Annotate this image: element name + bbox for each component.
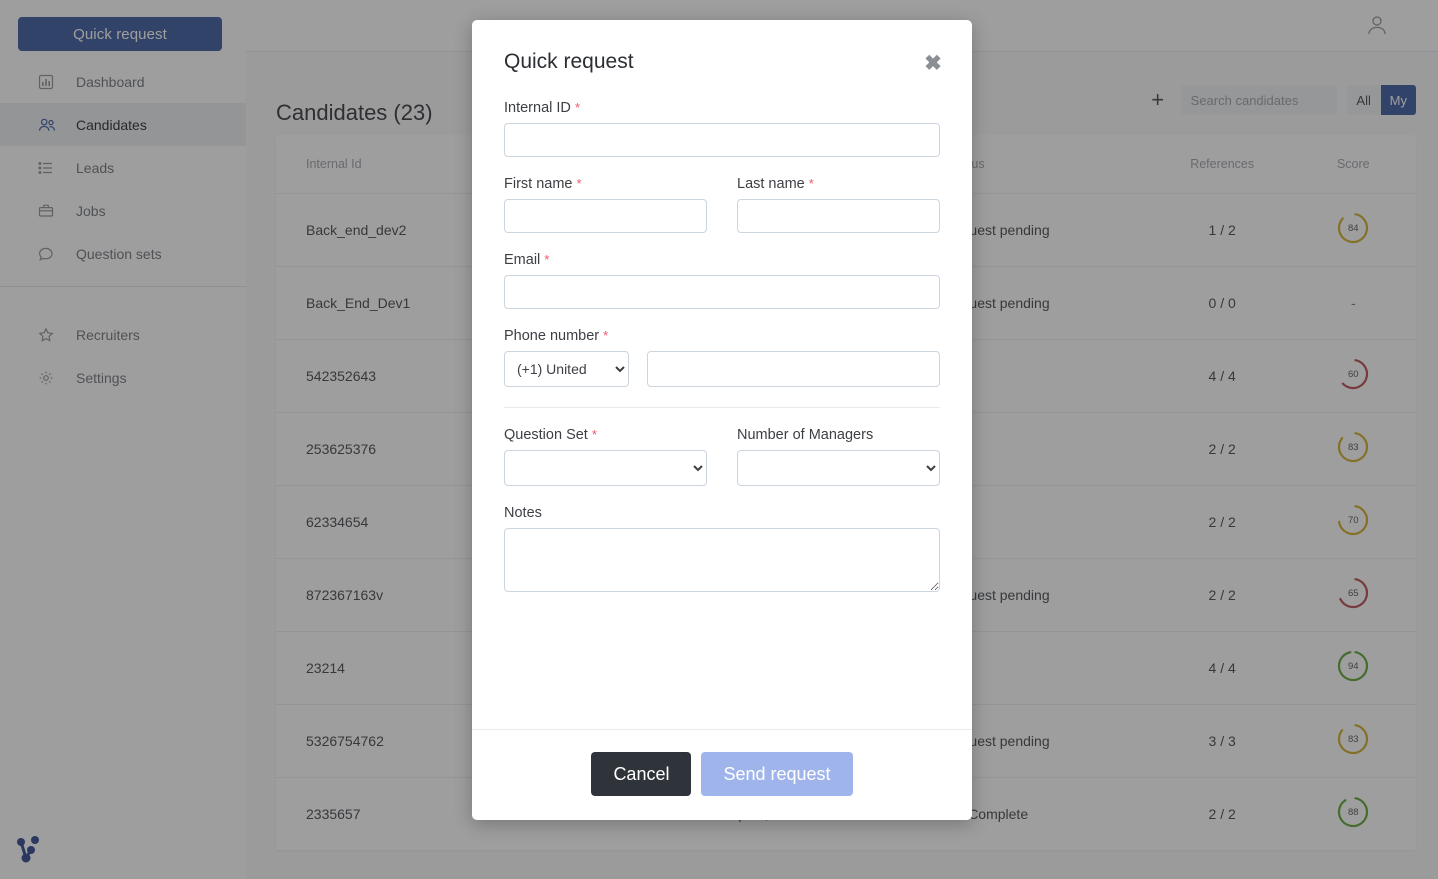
cancel-button[interactable]: Cancel xyxy=(591,752,692,796)
last-name-input[interactable] xyxy=(737,199,940,233)
required-marker: * xyxy=(544,252,550,267)
required-marker: * xyxy=(574,100,580,115)
modal-footer: Cancel Send request xyxy=(472,729,972,820)
field-label: Phone number * xyxy=(504,328,940,344)
label-text: First name xyxy=(504,176,573,192)
internal-id-input[interactable] xyxy=(504,123,940,157)
required-marker: * xyxy=(591,427,597,442)
field-label: Internal ID * xyxy=(504,100,940,116)
app-root: Quick request Dashboard Candidates Leads xyxy=(0,0,1438,879)
field-internal-id: Internal ID * xyxy=(504,100,940,157)
question-set-select[interactable] xyxy=(504,450,707,486)
label-text: Email xyxy=(504,252,541,268)
field-first-name: First name * xyxy=(504,176,707,233)
modal-title: Quick request xyxy=(504,50,634,73)
question-row: Question Set * Number of Managers xyxy=(504,427,940,505)
phone-row: (+1) United xyxy=(504,351,940,387)
first-name-input[interactable] xyxy=(504,199,707,233)
field-label: Notes xyxy=(504,505,940,521)
field-label: Number of Managers xyxy=(737,427,940,443)
send-request-button[interactable]: Send request xyxy=(701,752,853,796)
field-last-name: Last name * xyxy=(737,176,940,233)
form-divider xyxy=(504,407,940,408)
label-text: Last name xyxy=(737,176,805,192)
close-icon[interactable]: ✖ xyxy=(920,50,946,76)
field-label: Last name * xyxy=(737,176,940,192)
email-input[interactable] xyxy=(504,275,940,309)
field-label: Question Set * xyxy=(504,427,707,443)
number-of-managers-select[interactable] xyxy=(737,450,940,486)
notes-textarea[interactable] xyxy=(504,528,940,592)
label-text: Phone number xyxy=(504,328,600,344)
field-label: Email * xyxy=(504,252,940,268)
label-text: Number of Managers xyxy=(737,427,874,443)
name-row: First name * Last name * xyxy=(504,176,940,252)
field-phone-number: Phone number * (+1) United xyxy=(504,328,940,387)
phone-number-input[interactable] xyxy=(647,351,940,387)
label-text: Notes xyxy=(504,505,542,521)
quick-request-modal: Quick request ✖ Internal ID * First name… xyxy=(472,20,972,820)
field-label: First name * xyxy=(504,176,707,192)
field-question-set: Question Set * xyxy=(504,427,707,486)
field-number-of-managers: Number of Managers xyxy=(737,427,940,486)
label-text: Internal ID xyxy=(504,100,571,116)
modal-header: Quick request ✖ xyxy=(472,20,972,74)
required-marker: * xyxy=(603,328,609,343)
label-text: Question Set xyxy=(504,427,588,443)
field-notes: Notes xyxy=(504,505,940,597)
phone-country-select[interactable]: (+1) United xyxy=(504,351,629,387)
modal-body: Internal ID * First name * Last name * E… xyxy=(472,74,972,729)
required-marker: * xyxy=(808,176,814,191)
field-email: Email * xyxy=(504,252,940,309)
required-marker: * xyxy=(576,176,582,191)
